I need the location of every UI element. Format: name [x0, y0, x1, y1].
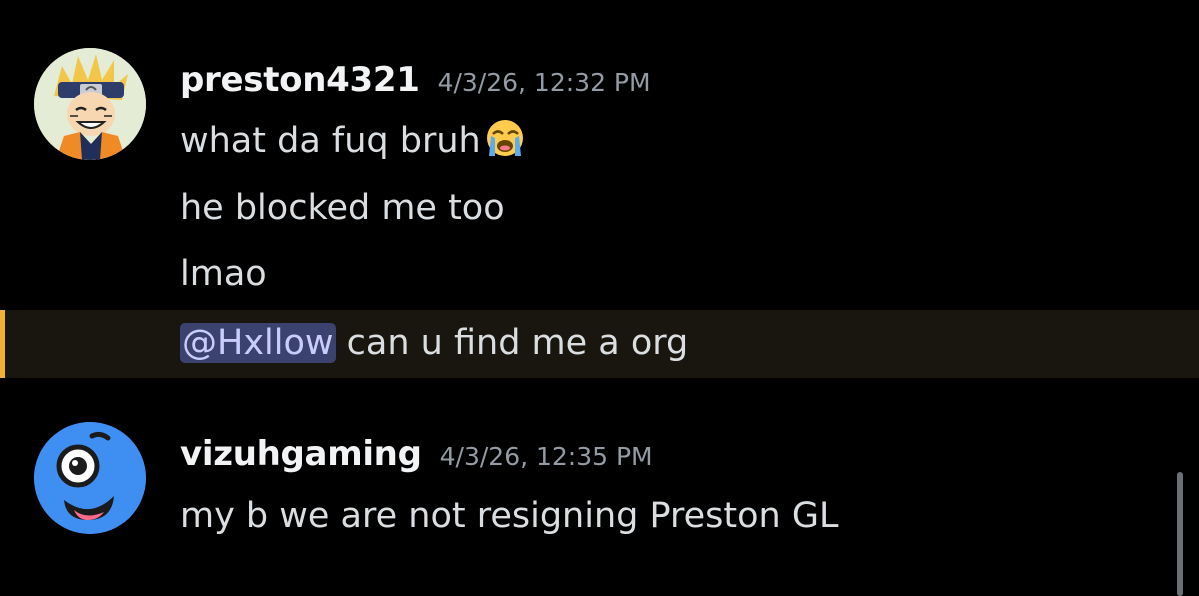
avatar[interactable] [34, 48, 146, 160]
timestamp: 4/3/26, 12:32 PM [437, 68, 651, 97]
loudly-crying-face-emoji-icon [483, 118, 529, 158]
message-text: what da fuq bruh [180, 118, 529, 163]
scrollbar[interactable] [1177, 472, 1183, 596]
message-header: vizuhgaming 4/3/26, 12:35 PM [180, 434, 653, 474]
message-header: preston4321 4/3/26, 12:32 PM [180, 60, 651, 100]
username[interactable]: vizuhgaming [180, 434, 422, 474]
message-line: he blocked me too [180, 188, 505, 228]
message-line: my b we are not resigning Preston GL [180, 496, 839, 536]
username[interactable]: preston4321 [180, 60, 420, 100]
mention-highlight-bar [0, 310, 5, 378]
message-text: my b we are not resigning Preston GL [180, 494, 838, 538]
chat-messages: preston4321 4/3/26, 12:32 PM what da fuq … [0, 0, 1199, 596]
message-line: what da fuq bruh [180, 121, 481, 161]
blue-cartoon-face-icon [34, 422, 146, 534]
message-text-with-mention: @Hxllow can u find me a org [180, 321, 688, 365]
user-mention[interactable]: @Hxllow [180, 323, 336, 363]
naruto-avatar-icon [34, 48, 146, 160]
message-text: he blocked me too [180, 186, 505, 230]
avatar[interactable] [34, 422, 146, 534]
message-line: lmao [180, 254, 267, 294]
timestamp: 4/3/26, 12:35 PM [439, 442, 653, 471]
message-line: can u find me a org [335, 323, 689, 363]
message-text: lmao [180, 252, 267, 296]
